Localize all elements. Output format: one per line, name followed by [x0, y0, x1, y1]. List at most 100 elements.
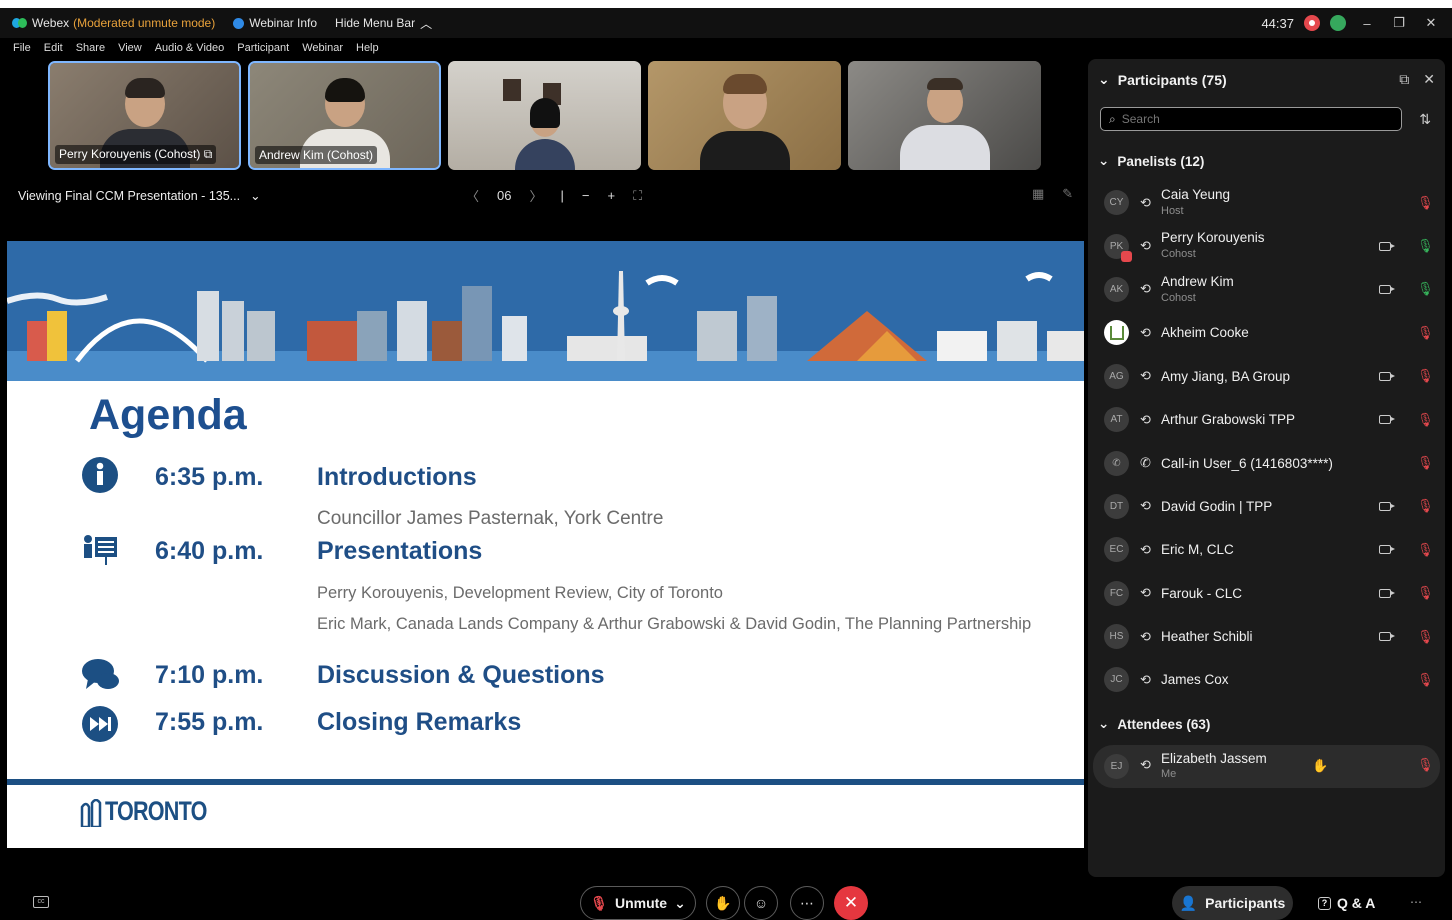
attendees-section-header[interactable]: ⌄ Attendees (63) — [1098, 716, 1210, 732]
video-tile[interactable] — [448, 61, 641, 170]
chevron-up-icon: ︿ — [420, 16, 433, 31]
mic-muted-icon[interactable]: 🎙 — [1417, 325, 1434, 341]
layout-grid-icon[interactable]: ▦ — [1032, 186, 1044, 202]
participant-row[interactable]: HS ⟲ Heather Schibli 🎙 — [1088, 615, 1445, 658]
sort-icon[interactable]: ⇅ — [1419, 111, 1431, 128]
panel-title: Participants (75) — [1117, 71, 1227, 88]
participant-row[interactable]: FC ⟲ Farouk - CLC 🎙 — [1088, 572, 1445, 615]
previous-page-icon[interactable]: 〈 — [466, 186, 479, 205]
participant-row[interactable]: DT ⟲ David Godin | TPP 🎙 — [1088, 485, 1445, 528]
mic-muted-icon[interactable]: 🎙 — [1417, 498, 1434, 514]
participant-row[interactable]: ⟲ Akheim Cooke 🎙 — [1088, 311, 1445, 354]
participant-row[interactable]: EC ⟲ Eric M, CLC 🎙 — [1088, 528, 1445, 571]
annotate-icon[interactable]: ✎ — [1062, 186, 1073, 202]
mic-muted-icon[interactable]: 🎙 — [1417, 412, 1434, 428]
video-tile[interactable]: Perry Korouyenis (Cohost) ⧉ — [48, 61, 241, 170]
video-icon[interactable] — [1379, 284, 1395, 294]
sync-audio-icon: ⟲ — [1140, 757, 1151, 772]
zoom-out-icon[interactable]: − — [582, 188, 590, 203]
recording-icon[interactable] — [1304, 15, 1320, 31]
avatar: EJ — [1104, 754, 1129, 779]
menu-share[interactable]: Share — [76, 42, 105, 54]
participant-row[interactable]: PK ⟲ Perry Korouyenis Cohost 🎙 — [1088, 224, 1445, 267]
video-icon[interactable] — [1379, 241, 1395, 251]
zoom-in-icon[interactable]: + — [607, 188, 615, 203]
more-options-button[interactable]: ⋯ — [790, 886, 824, 920]
video-icon[interactable] — [1379, 415, 1395, 425]
view-icons: ▦ ✎ — [1032, 186, 1073, 202]
closed-captions-icon[interactable]: cc — [33, 896, 49, 908]
mic-muted-icon[interactable]: 🎙 — [1417, 585, 1434, 601]
minimize-icon[interactable]: – — [1356, 16, 1378, 31]
leave-button[interactable]: ✕ — [834, 886, 868, 920]
participant-row[interactable]: AT ⟲ Arthur Grabowski TPP 🎙 — [1088, 398, 1445, 441]
close-window-icon[interactable]: ✕ — [1420, 15, 1442, 31]
agenda-time: 6:35 p.m. — [155, 463, 264, 491]
agenda-time: 7:55 p.m. — [155, 708, 264, 736]
app-name: Webex — [32, 16, 70, 30]
fit-screen-icon[interactable]: ⛶ — [633, 188, 642, 204]
video-tile[interactable] — [648, 61, 841, 170]
menu-participant[interactable]: Participant — [237, 42, 289, 54]
participant-row[interactable]: JC ⟲ James Cox 🎙 — [1088, 658, 1445, 701]
menu-help[interactable]: Help — [356, 42, 379, 54]
participant-row[interactable]: ✆ ✆ Call-in User_6 (1416803****) 🎙 — [1088, 441, 1445, 484]
mic-on-icon[interactable]: 🎙 — [1417, 238, 1434, 254]
video-tile[interactable]: Andrew Kim (Cohost) — [248, 61, 441, 170]
participant-role: Cohost — [1161, 248, 1196, 261]
panel-header[interactable]: ⌄ Participants (75) — [1098, 71, 1227, 88]
video-icon[interactable] — [1379, 545, 1395, 555]
connection-status-icon[interactable] — [1330, 15, 1346, 31]
agenda-topic: Closing Remarks — [317, 708, 522, 736]
viewing-selector[interactable]: Viewing Final CCM Presentation - 135... … — [18, 188, 261, 204]
video-tile[interactable] — [848, 61, 1041, 170]
more-panels-icon[interactable]: ⋯ — [1410, 895, 1422, 909]
participant-row[interactable]: AG ⟲ Amy Jiang, BA Group 🎙 — [1088, 355, 1445, 398]
restore-icon[interactable]: ❐ — [1388, 15, 1410, 31]
menu-view[interactable]: View — [118, 42, 142, 54]
mic-muted-icon[interactable]: 🎙 — [1417, 629, 1434, 645]
menu-audio-video[interactable]: Audio & Video — [155, 42, 225, 54]
panelists-section-header[interactable]: ⌄ Panelists (12) — [1098, 153, 1204, 169]
mic-muted-icon[interactable]: 🎙 — [1417, 542, 1434, 558]
raise-hand-icon[interactable]: ✋ — [1312, 758, 1328, 774]
mic-muted-icon[interactable]: 🎙 — [1417, 195, 1434, 211]
attendee-row-me[interactable]: EJ ⟲ Elizabeth Jassem Me ✋ 🎙 — [1093, 745, 1440, 788]
mic-muted-icon[interactable]: 🎙 — [1417, 672, 1434, 688]
video-icon[interactable] — [1379, 632, 1395, 642]
unmute-button[interactable]: 🎙 Unmute ⌄ — [580, 886, 696, 920]
info-icon — [233, 17, 245, 29]
participant-row[interactable]: AK ⟲ Andrew Kim Cohost 🎙 — [1088, 268, 1445, 311]
agenda-topic: Discussion & Questions — [317, 661, 605, 689]
agenda-subtext: Councillor James Pasternak, York Centre — [317, 508, 664, 529]
participants-button[interactable]: 👤 Participants — [1172, 886, 1293, 920]
hide-menu-bar-button[interactable]: Hide Menu Bar ︿ — [335, 15, 432, 32]
mic-muted-icon[interactable]: 🎙 — [1417, 368, 1434, 384]
sync-audio-icon: ⟲ — [1140, 368, 1151, 384]
video-icon[interactable] — [1379, 501, 1395, 511]
menu-webinar[interactable]: Webinar — [302, 42, 343, 54]
webinar-info-label: Webinar Info — [249, 16, 318, 30]
mic-muted-icon[interactable]: 🎙 — [1417, 455, 1434, 471]
video-icon[interactable] — [1379, 371, 1395, 381]
qa-button[interactable]: ? Q & A — [1318, 895, 1375, 911]
search-field[interactable]: ⌕ — [1100, 107, 1402, 131]
mic-muted-icon[interactable]: 🎙 — [1417, 757, 1434, 773]
participant-row[interactable]: CY ⟲ Caia Yeung Host 🎙 — [1088, 181, 1445, 224]
raise-hand-button[interactable]: ✋ — [706, 886, 740, 920]
avatar: AG — [1104, 363, 1129, 389]
mic-on-icon[interactable]: 🎙 — [1417, 281, 1434, 297]
wall-picture — [503, 79, 521, 101]
search-input[interactable] — [1121, 112, 1392, 126]
hide-menu-label: Hide Menu Bar — [335, 16, 416, 30]
close-icon[interactable]: ✕ — [1423, 71, 1435, 88]
menu-edit[interactable]: Edit — [44, 42, 63, 54]
video-icon[interactable] — [1379, 588, 1395, 598]
webinar-info-button[interactable]: Webinar Info — [233, 16, 317, 30]
reactions-button[interactable]: ☺ — [744, 886, 778, 920]
menu-file[interactable]: File — [13, 42, 31, 54]
mic-muted-icon: 🎙 — [590, 894, 608, 911]
next-page-icon[interactable]: 〉 — [529, 186, 542, 205]
app-brand: Webex (Moderated unmute mode) — [12, 16, 215, 30]
popout-icon[interactable]: ⧉ — [1399, 71, 1409, 88]
